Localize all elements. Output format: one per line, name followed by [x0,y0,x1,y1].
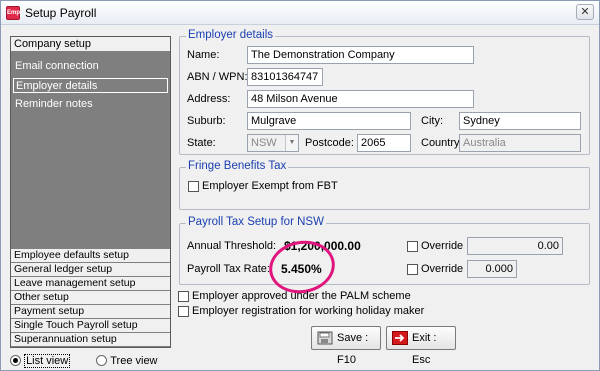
tree-view-label: Tree view [110,355,158,367]
nav-leave-management-setup[interactable]: Leave management setup [11,276,170,290]
nav-payment-setup[interactable]: Payment setup [11,304,170,318]
app-icon: Emp [6,6,20,20]
country-label: Country: [421,137,463,149]
employer-details-title: Employer details [186,29,276,41]
nav-general-ledger-setup[interactable]: General ledger setup [11,262,170,276]
city-label: City: [421,115,443,127]
suburb-field[interactable]: Mulgrave [247,112,411,130]
city-field[interactable]: Sydney [459,112,581,130]
address-field[interactable]: 48 Milson Avenue [247,90,474,108]
fbt-exempt-label: Employer Exempt from FBT [202,180,338,192]
palm-scheme-checkbox[interactable] [178,291,189,302]
nav-item-email-connection[interactable]: Email connection [13,59,168,74]
fbt-title: Fringe Benefits Tax [186,160,289,172]
exit-button-label: Exit : Esc [412,332,437,366]
override-rate-field[interactable]: 0.000 [467,260,517,278]
view-mode-options: List view Tree view [10,354,158,368]
nav-employee-defaults-setup[interactable]: Employee defaults setup [11,248,170,262]
name-label: Name: [187,49,220,61]
nav-other-setup[interactable]: Other setup [11,290,170,304]
save-button-label: Save : F10 [337,332,369,366]
address-label: Address: [187,93,231,105]
nav-single-touch-payroll-setup[interactable]: Single Touch Payroll setup [11,318,170,332]
postcode-field[interactable]: 2065 [357,134,411,152]
exit-button[interactable]: Exit : Esc [386,326,456,366]
country-field[interactable]: Australia [459,134,581,152]
override-rate-label: Override [421,263,464,275]
tree-view-radio[interactable] [96,355,108,366]
fbt-exempt-checkbox[interactable] [188,181,199,192]
save-button[interactable]: Save : F10 [311,326,381,366]
save-icon [317,331,333,345]
title-bar: Emp Setup Payroll ✕ [1,1,599,25]
setup-navigation-panel: Company setup Email connection Employer … [10,36,171,348]
override-rate-checkbox[interactable] [407,264,418,275]
chevron-down-icon[interactable]: ▼ [285,135,298,151]
setup-payroll-window: Emp Setup Payroll ✕ Company setup Email … [0,0,600,371]
nav-superannuation-setup[interactable]: Superannuation setup [11,332,170,346]
payroll-tax-title: Payroll Tax Setup for NSW [186,216,326,228]
state-label: State: [187,137,216,149]
state-select[interactable]: NSW ▼ [247,134,299,152]
list-view-label: List view [24,354,71,368]
postcode-label: Postcode: [305,137,354,149]
nav-item-employer-details[interactable]: Employer details [13,78,168,93]
nav-section-list: Employee defaults setup General ledger s… [11,248,170,346]
override-threshold-checkbox[interactable] [407,241,418,252]
suburb-label: Suburb: [187,115,226,127]
annual-threshold-label: Annual Threshold: [187,240,277,252]
list-view-radio[interactable] [10,355,21,366]
abn-label: ABN / WPN: [187,71,248,83]
payroll-tax-rate-label: Payroll Tax Rate: [187,263,270,275]
nav-company-setup[interactable]: Company setup [11,37,170,52]
working-holiday-checkbox[interactable] [178,306,189,317]
palm-scheme-label: Employer approved under the PALM scheme [192,290,411,302]
name-field[interactable]: The Demonstration Company [247,46,474,64]
override-threshold-field[interactable]: 0.00 [467,237,563,255]
window-title: Setup Payroll [25,6,97,20]
close-icon[interactable]: ✕ [576,4,594,20]
abn-field[interactable]: 83101364747 [247,68,323,86]
working-holiday-label: Employer registration for working holida… [192,305,425,317]
state-value: NSW [251,137,277,149]
exit-icon [392,331,408,345]
override-threshold-label: Override [421,240,464,252]
nav-item-reminder-notes[interactable]: Reminder notes [13,97,168,112]
